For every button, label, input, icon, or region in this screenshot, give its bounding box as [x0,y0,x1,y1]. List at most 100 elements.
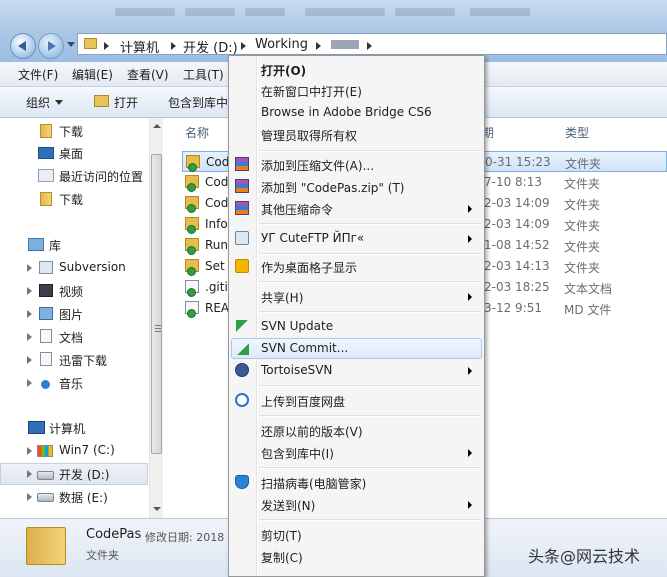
menu-item-copy[interactable]: 复制(C) [231,546,482,567]
scrollbar-thumb[interactable] [151,154,162,454]
nav-item-documents[interactable]: 文档 [0,326,148,348]
nav-item-videos[interactable]: 视频 [0,280,148,302]
expand-arrow-icon[interactable] [27,310,32,318]
menu-item-label: 添加到 "CodePas.zip" (T) [261,181,405,195]
menu-tools[interactable]: 工具(T) [183,66,224,83]
menu-item-send-to[interactable]: 发送到(N) [231,494,482,515]
nav-item-label: 下载 [59,125,84,139]
menu-item-add-archive[interactable]: 添加到压缩文件(A)... [231,154,482,175]
menu-item-cut[interactable]: 剪切(T) [231,524,482,545]
menu-item-desktop-grid[interactable]: 作为桌面格子显示 [231,256,482,277]
menu-item-share[interactable]: 共享(H) [231,286,482,307]
menu-item-baidu-upload[interactable]: 上传到百度网盘 [231,390,482,411]
recent-pages-dropdown[interactable] [67,42,75,47]
file-type: 文件夹 [564,219,601,233]
nav-item-recent-places[interactable]: 最近访问的位置 [0,165,148,187]
nav-item-drive-c[interactable]: Win7 (C:) [0,440,148,462]
forward-button[interactable] [38,33,64,59]
menu-separator [259,311,481,313]
folder-icon [185,259,199,276]
file-name: Cod [205,196,229,210]
expand-arrow-icon[interactable] [27,379,32,387]
winrar-icon [235,201,249,215]
back-button[interactable] [10,33,36,59]
nav-item-label: 视频 [59,285,84,299]
submenu-arrow-icon [468,235,472,243]
expand-arrow-icon[interactable] [27,493,32,501]
scroll-up-arrow-icon[interactable] [153,124,161,128]
menu-item-label: Browse in Adobe Bridge CS6 [261,105,432,119]
address-bar[interactable]: 计算机 开发 (D:) Working [77,33,667,56]
menu-item-other-compress[interactable]: 其他压缩命令 [231,198,482,219]
chevron-right-icon[interactable] [316,42,321,50]
chevron-right-icon[interactable] [104,42,109,50]
menu-item-include-library[interactable]: 包含到库中(I) [231,442,482,463]
menu-separator [259,223,481,225]
expand-arrow-icon[interactable] [27,470,32,478]
menu-separator [259,253,481,255]
include-in-library-button[interactable]: 包含到库中 [168,94,228,111]
chevron-right-icon[interactable] [241,42,246,50]
chevron-right-icon[interactable] [367,42,372,50]
breadcrumb-computer[interactable]: 计算机 [120,37,159,56]
navigation-scrollbar[interactable] [149,118,163,518]
expand-arrow-icon[interactable] [27,333,32,341]
menu-separator [259,519,481,521]
blurred-title-segment [305,8,385,16]
context-menu: 打开(O) 在新窗口中打开(E) Browse in Adobe Bridge … [228,55,485,577]
menu-item-open[interactable]: 打开(O) [231,59,482,80]
breadcrumb-redacted[interactable] [331,40,359,49]
nav-item-drive-e[interactable]: 数据 (E:) [0,486,148,508]
file-name: .giti [205,280,228,294]
column-header-name[interactable]: 名称 [185,124,209,141]
menu-item-scan-virus[interactable]: 扫描病毒(电脑管家) [231,472,482,493]
file-type: MD 文件 [564,303,612,317]
menu-item-svn-commit[interactable]: SVN Commit... [231,338,482,359]
cuteftp-icon [235,231,249,245]
nav-item-music[interactable]: 音乐 [0,372,148,394]
nav-item-computer[interactable]: 计算机 [0,417,148,439]
menu-view[interactable]: 查看(V) [127,66,169,83]
breadcrumb-working[interactable]: Working [255,37,308,52]
expand-arrow-icon[interactable] [27,356,32,364]
file-date: 2-03 14:13 [484,259,550,273]
menu-item-svn-update[interactable]: SVN Update [231,316,482,337]
nav-item-pictures[interactable]: 图片 [0,303,148,325]
details-name: CodePas [86,527,142,542]
svn-status-ok-icon [187,225,196,234]
expand-arrow-icon[interactable] [27,447,32,455]
nav-item-label: 计算机 [49,422,86,436]
column-header-type[interactable]: 类型 [565,124,589,141]
nav-item-subversion[interactable]: Subversion [0,257,148,279]
expand-arrow-icon[interactable] [27,287,32,295]
folder-icon [84,38,97,49]
menu-item-tortoisesvn[interactable]: TortoiseSVN [231,360,482,381]
title-bar: 计算机 开发 (D:) Working [0,0,667,62]
chevron-right-icon[interactable] [171,42,176,50]
menu-separator [259,385,481,387]
nav-item-downloads-2[interactable]: 下载 [0,188,148,210]
open-button[interactable]: 打开 [114,94,138,111]
nav-item-downloads[interactable]: 下载 [0,120,148,142]
organize-button[interactable]: 组织 [26,94,50,111]
expand-arrow-icon[interactable] [27,264,32,272]
menu-edit[interactable]: 编辑(E) [72,66,113,83]
nav-item-libraries[interactable]: 库 [0,234,148,256]
menu-file[interactable]: 文件(F) [18,66,58,83]
scroll-down-arrow-icon[interactable] [153,507,161,511]
menu-item-label: 作为桌面格子显示 [261,261,358,275]
menu-item-label: 管理员取得所有权 [261,129,358,143]
menu-item-open-new-window[interactable]: 在新窗口中打开(E) [231,80,482,101]
menu-item-browse-bridge[interactable]: Browse in Adobe Bridge CS6 [231,102,482,123]
desktop-grid-icon [235,259,249,273]
submenu-arrow-icon [468,205,472,213]
menu-item-take-ownership[interactable]: 管理员取得所有权 [231,124,482,145]
menu-item-restore-previous[interactable]: 还原以前的版本(V) [231,420,482,441]
file-date: 2-03 18:25 [484,280,550,294]
menu-item-add-zip[interactable]: 添加到 "CodePas.zip" (T) [231,176,482,197]
nav-item-desktop[interactable]: 桌面 [0,142,148,164]
menu-item-cuteftp[interactable]: УГ CuteFTP ЙПг« [231,228,482,249]
nav-item-drive-d[interactable]: 开发 (D:) [0,463,148,485]
nav-item-thunder-downloads[interactable]: 迅雷下载 [0,349,148,371]
breadcrumb-drive-d[interactable]: 开发 (D:) [183,37,238,56]
